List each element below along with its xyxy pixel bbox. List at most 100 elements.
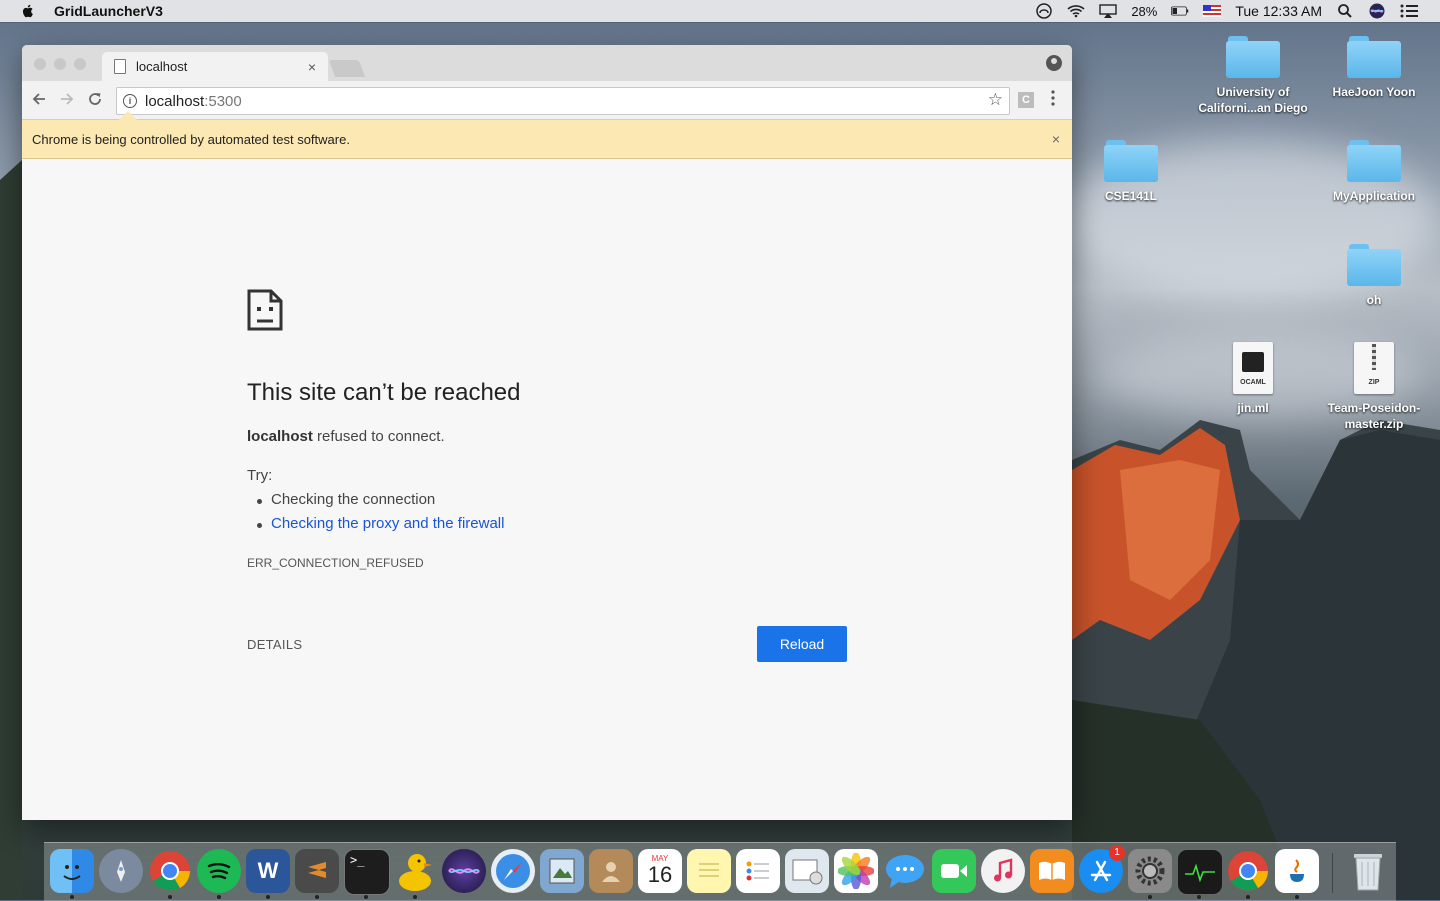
dock-spotify[interactable] xyxy=(197,849,241,893)
running-indicator xyxy=(266,895,270,899)
reload-button[interactable]: Reload xyxy=(757,626,847,662)
desktop-item-label: oh xyxy=(1366,293,1382,307)
desktop-folder-ucsd[interactable]: University of Californi...an Diego xyxy=(1198,36,1308,116)
sad-page-icon xyxy=(247,289,283,331)
dock-photos[interactable] xyxy=(834,849,878,893)
running-indicator xyxy=(413,895,417,899)
dock-safari[interactable] xyxy=(491,849,535,893)
battery-percent[interactable]: 28% xyxy=(1131,4,1157,19)
browser-toolbar: i localhost:5300 ☆ C xyxy=(22,81,1072,120)
desktop-folder-oh[interactable]: oh xyxy=(1319,244,1429,308)
chrome-menu-icon[interactable] xyxy=(1048,90,1058,106)
folder-icon xyxy=(1226,36,1280,78)
dock-terminal[interactable]: >_ xyxy=(344,849,390,895)
running-indicator xyxy=(315,895,319,899)
dock-word[interactable]: W xyxy=(246,849,290,893)
desktop-file-team-poseidon-zip[interactable]: ZIP Team-Poseidon-master.zip xyxy=(1319,342,1429,432)
wifi-icon[interactable] xyxy=(1067,3,1085,19)
dock-chrome[interactable] xyxy=(148,849,192,893)
automation-infobar: Chrome is being controlled by automated … xyxy=(22,120,1072,159)
dock-chrome-secondary[interactable] xyxy=(1226,849,1270,893)
dock-itunes[interactable] xyxy=(981,849,1025,893)
dock-photo-booth[interactable] xyxy=(785,849,829,893)
infobar-close-icon[interactable]: × xyxy=(1052,131,1060,147)
address-host: localhost xyxy=(145,92,205,110)
suggestion-check-proxy-link[interactable]: Checking the proxy and the firewall xyxy=(256,515,504,532)
window-close-button[interactable] xyxy=(34,58,46,70)
window-zoom-button[interactable] xyxy=(74,58,86,70)
airplay-icon[interactable] xyxy=(1099,3,1118,19)
running-indicator xyxy=(1148,895,1152,899)
desktop-folder-cse141l[interactable]: CSE141L xyxy=(1076,140,1186,204)
new-tab-button[interactable] xyxy=(328,60,366,77)
dock-siri[interactable] xyxy=(442,849,486,893)
dock-launchpad[interactable] xyxy=(99,849,143,893)
extension-icon[interactable]: C xyxy=(1018,92,1034,108)
running-indicator xyxy=(70,895,74,899)
running-indicator xyxy=(168,895,172,899)
error-description: localhost refused to connect. xyxy=(247,428,445,445)
window-minimize-button[interactable] xyxy=(54,58,66,70)
dock-reminders[interactable] xyxy=(736,849,780,893)
running-indicator xyxy=(1295,895,1299,899)
error-title: This site can’t be reached xyxy=(247,379,521,406)
menu-bar: GridLauncherV3 28% Tue 12:33 AM xyxy=(0,0,1440,22)
profile-icon[interactable] xyxy=(1046,55,1062,71)
dock-finder[interactable] xyxy=(50,849,94,893)
error-description-rest: refused to connect. xyxy=(312,428,445,445)
details-button[interactable]: DETAILS xyxy=(247,637,302,652)
bookmark-star-icon[interactable]: ☆ xyxy=(988,90,1003,110)
dock-activity-monitor[interactable] xyxy=(1177,849,1223,895)
active-app-name[interactable]: GridLauncherV3 xyxy=(54,3,163,19)
site-info-icon[interactable]: i xyxy=(123,94,137,108)
reload-icon[interactable] xyxy=(86,91,104,109)
dock-system-preferences[interactable] xyxy=(1128,849,1172,893)
dock-java[interactable] xyxy=(1275,849,1319,893)
running-indicator xyxy=(1246,895,1250,899)
dock-notes[interactable] xyxy=(687,849,731,893)
tab-close-icon[interactable]: × xyxy=(304,59,320,75)
siri-icon[interactable] xyxy=(1368,3,1386,19)
dock-messages[interactable] xyxy=(883,849,927,893)
running-indicator xyxy=(364,895,368,899)
dock-ibooks[interactable] xyxy=(1030,849,1074,893)
desktop-folder-haejoon-yoon[interactable]: HaeJoon Yoon xyxy=(1319,36,1429,100)
tab-strip: localhost × xyxy=(22,45,1072,81)
try-label: Try: xyxy=(247,467,273,484)
suggestion-check-connection: Checking the connection xyxy=(256,491,436,508)
flag-us-icon[interactable] xyxy=(1203,3,1222,19)
address-bar[interactable]: i localhost:5300 ☆ xyxy=(116,87,1010,115)
apple-menu-icon[interactable] xyxy=(20,3,36,19)
tab-title: localhost xyxy=(136,59,188,74)
running-indicator xyxy=(1197,895,1201,899)
desktop-item-label: CSE141L xyxy=(1104,189,1158,203)
dock-contacts[interactable] xyxy=(589,849,633,893)
clock[interactable]: Tue 12:33 AM xyxy=(1235,3,1322,19)
menu-bar-status-area: 28% Tue 12:33 AM xyxy=(1035,0,1418,22)
address-port: :5300 xyxy=(204,92,242,110)
dock-facetime[interactable] xyxy=(932,849,976,893)
dock: W >_ MAY 16 1 xyxy=(44,842,1396,901)
dock-calendar[interactable]: MAY 16 xyxy=(638,849,682,893)
back-arrow-icon[interactable] xyxy=(30,91,48,109)
spotlight-search-icon[interactable] xyxy=(1336,3,1354,19)
error-page: This site can’t be reached localhost ref… xyxy=(22,159,1072,820)
dock-separator xyxy=(1332,853,1333,893)
dock-cyberduck[interactable] xyxy=(393,849,437,893)
folder-icon xyxy=(1347,244,1401,286)
dock-trash[interactable] xyxy=(1346,849,1390,893)
creative-cloud-icon[interactable] xyxy=(1035,3,1053,19)
tab-localhost[interactable]: localhost × xyxy=(102,52,328,81)
forward-arrow-icon[interactable] xyxy=(58,91,76,109)
desktop-folder-myapplication[interactable]: MyApplication xyxy=(1319,140,1429,204)
file-type-badge: OCAML xyxy=(1240,379,1266,386)
running-indicator xyxy=(217,895,221,899)
dock-app-store[interactable]: 1 xyxy=(1079,845,1125,893)
desktop-item-label: University of Californi...an Diego xyxy=(1198,85,1308,115)
notification-badge: 1 xyxy=(1109,845,1125,861)
dock-sublime-text[interactable] xyxy=(295,849,339,893)
battery-icon[interactable] xyxy=(1171,3,1189,19)
desktop-file-jin-ml[interactable]: OCAML jin.ml xyxy=(1198,342,1308,416)
dock-preview[interactable] xyxy=(540,849,584,893)
notification-center-icon[interactable] xyxy=(1400,3,1418,19)
